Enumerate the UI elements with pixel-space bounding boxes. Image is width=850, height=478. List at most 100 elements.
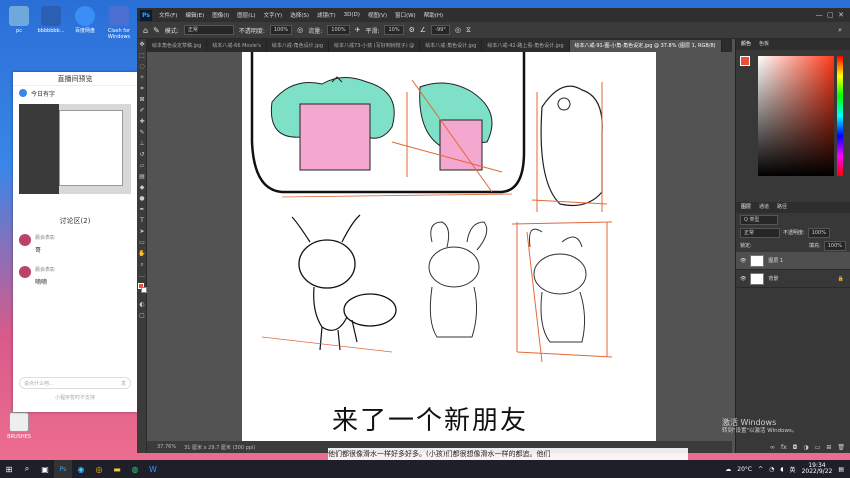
menu-file[interactable]: 文件(F) <box>155 11 181 19</box>
tab-channels[interactable]: 通道 <box>759 202 769 213</box>
search-icon[interactable]: ⌕ <box>18 460 36 478</box>
eraser-tool-icon[interactable]: ▱ <box>137 160 147 171</box>
doc-tab[interactable]: 绘本八戒-66 Movie's <box>207 40 267 52</box>
home-icon[interactable]: ⌂ <box>143 26 148 35</box>
comment-input[interactable]: 说点什么吧... 发 <box>19 377 131 389</box>
blur-tool-icon[interactable]: ◆ <box>137 182 147 193</box>
tab-paths[interactable]: 路径 <box>777 202 787 213</box>
color-swatches[interactable] <box>137 281 147 299</box>
window-controls[interactable]: — ▢ ✕ <box>816 11 850 19</box>
path-select-icon[interactable]: ➤ <box>137 226 147 237</box>
type-tool-icon[interactable]: T <box>137 215 147 226</box>
dodge-tool-icon[interactable]: ● <box>137 193 147 204</box>
menu-layer[interactable]: 图层(L) <box>233 11 259 19</box>
menu-select[interactable]: 选择(S) <box>286 11 313 19</box>
crop-tool-icon[interactable]: ⌗ <box>137 83 147 94</box>
temperature[interactable]: 20°C <box>737 466 752 473</box>
opacity-field[interactable]: 100% <box>269 25 293 35</box>
eye-icon[interactable]: 👁 <box>740 258 746 264</box>
marquee-tool-icon[interactable]: ⬚ <box>137 50 147 61</box>
lasso-tool-icon[interactable]: ◌ <box>137 61 147 72</box>
menu-view[interactable]: 视图(V) <box>364 11 391 19</box>
zoom-level[interactable]: 37.76% <box>157 444 176 450</box>
doc-tab[interactable]: 绘本八戒-42-路上看-角色设计.jpg <box>482 40 570 52</box>
menu-filter[interactable]: 滤镜(T) <box>313 11 340 19</box>
photoshop-taskbar-icon[interactable]: Ps <box>54 460 72 478</box>
menu-image[interactable]: 图像(I) <box>208 11 233 19</box>
menu-help[interactable]: 帮助(H) <box>420 11 447 19</box>
chevron-up-icon[interactable]: ^ <box>758 466 763 473</box>
link-icon[interactable]: ∞ <box>770 444 775 451</box>
doc-tab[interactable]: 绘本角色设定草稿.jpg <box>147 40 208 52</box>
quick-mask-icon[interactable]: ◐ <box>137 299 147 310</box>
desktop-icon-baidu-netdisk[interactable]: 百度网盘 <box>68 6 102 34</box>
fx-icon[interactable]: fx <box>781 444 787 451</box>
start-icon[interactable]: ⊞ <box>0 460 18 478</box>
notification-icon[interactable]: ▤ <box>838 466 844 473</box>
color-picker[interactable] <box>736 50 850 190</box>
ime-indicator[interactable]: 英 <box>790 465 796 474</box>
zoom-tool-icon[interactable]: ⌕ <box>137 259 147 270</box>
angle-field[interactable]: -99° <box>431 25 450 35</box>
brush-tool-icon[interactable]: ✎ <box>137 127 147 138</box>
volume-icon[interactable]: ◖ <box>780 466 783 473</box>
folder-icon[interactable]: ▬ <box>108 460 126 478</box>
layer-opacity-field[interactable]: 100% <box>807 227 830 238</box>
menu-edit[interactable]: 编辑(E) <box>181 11 208 19</box>
shape-tool-icon[interactable]: ▭ <box>137 237 147 248</box>
doc-tab[interactable]: 绘本八戒-角色设计.jpg <box>420 40 483 52</box>
screen-mode-icon[interactable]: ▢ <box>137 310 147 321</box>
stamp-tool-icon[interactable]: ⊥ <box>137 138 147 149</box>
doc-tab[interactable]: 绘本八戒73-小孩 (写好到树枝子) @ <box>329 40 421 52</box>
send-button[interactable]: 发 <box>121 380 126 387</box>
move-tool-icon[interactable]: ✥ <box>137 39 147 50</box>
brush-tool-icon[interactable]: ✎ <box>153 26 160 35</box>
mode-select[interactable]: 正常 <box>183 25 234 35</box>
weather-icon[interactable]: ☁ <box>725 466 731 473</box>
layer-filter-select[interactable]: Q 类型 <box>740 214 778 225</box>
edge-icon[interactable]: ◉ <box>72 460 90 478</box>
pressure-size-icon[interactable]: ◎ <box>455 26 461 34</box>
symmetry-icon[interactable]: ⧖ <box>466 26 471 35</box>
foreground-swatch[interactable] <box>740 56 750 66</box>
hand-tool-icon[interactable]: ✋ <box>137 248 147 259</box>
airbrush-icon[interactable]: ✈ <box>355 26 361 34</box>
pen-tool-icon[interactable]: ✒ <box>137 204 147 215</box>
mask-icon[interactable]: ◘ <box>793 444 798 451</box>
word-icon[interactable]: W <box>144 460 162 478</box>
smooth-field[interactable]: 10% <box>384 25 404 35</box>
doc-tab[interactable]: 绘本八戒-角色设计.jpg <box>267 40 330 52</box>
adjustment-icon[interactable]: ◑ <box>803 444 808 451</box>
layer-row-active[interactable]: 👁 图层 1 <box>736 252 850 270</box>
tab-color[interactable]: 颜色 <box>741 39 751 50</box>
eyedropper-tool-icon[interactable]: ✐ <box>137 105 147 116</box>
new-layer-icon[interactable]: ⊞ <box>826 444 831 451</box>
folder-icon[interactable]: ▭ <box>815 444 821 451</box>
trash-icon[interactable]: 🗑 <box>837 444 845 451</box>
menu-window[interactable]: 窗口(W) <box>391 11 420 19</box>
desktop-icon-brushes[interactable]: BRUSHES <box>2 412 36 440</box>
history-brush-icon[interactable]: ↺ <box>137 149 147 160</box>
search-icon[interactable]: ⌕ <box>838 26 850 35</box>
desktop-icon-bbbbbbb[interactable]: bbbbbbb... <box>34 6 68 34</box>
stream-preview[interactable] <box>19 104 131 194</box>
wechat-icon[interactable]: ◍ <box>126 460 144 478</box>
magic-wand-tool-icon[interactable]: ✧ <box>137 72 147 83</box>
pressure-opacity-icon[interactable]: ◎ <box>297 26 303 34</box>
doc-tab-active[interactable]: 绘本八戒-91-图-小角-角色设定.jpg @ 37.8% (图层 1, RGB… <box>569 40 722 52</box>
eye-icon[interactable]: 👁 <box>740 276 746 282</box>
background-color[interactable] <box>141 287 147 293</box>
gear-icon[interactable]: ⚙ <box>409 26 415 34</box>
frame-tool-icon[interactable]: ⊠ <box>137 94 147 105</box>
chrome-icon[interactable]: ◎ <box>90 460 108 478</box>
saturation-field[interactable] <box>758 56 834 176</box>
clock[interactable]: 19:34 2022/9/22 <box>802 463 833 475</box>
blend-mode-select[interactable]: 正常 <box>740 227 780 238</box>
document-canvas[interactable]: 来了一个新朋友 <box>242 52 656 441</box>
menu-type[interactable]: 文字(Y) <box>260 11 287 19</box>
hue-slider[interactable] <box>837 56 843 176</box>
gradient-tool-icon[interactable]: ▤ <box>137 171 147 182</box>
tab-layers[interactable]: 图层 <box>741 202 751 213</box>
fill-field[interactable]: 100% <box>823 240 846 251</box>
tab-swatches[interactable]: 色板 <box>759 39 769 50</box>
